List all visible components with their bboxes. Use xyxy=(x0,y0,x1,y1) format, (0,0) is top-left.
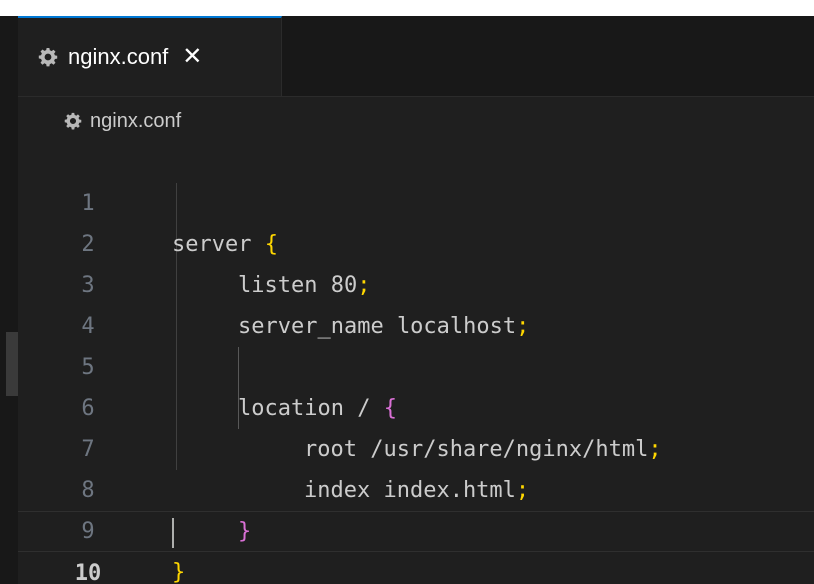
code-line-current: 10 xyxy=(18,511,814,584)
close-icon[interactable]: ✕ xyxy=(182,45,202,69)
code-line: 4 xyxy=(18,265,814,339)
code-area[interactable]: 1 server { 2 listen 80; 3 server_name lo… xyxy=(18,142,814,584)
editor: nginx.conf ✕ nginx.conf 1 server { 2 lis… xyxy=(18,16,814,584)
gear-icon xyxy=(38,47,58,67)
text-cursor xyxy=(172,518,174,548)
screenshot-frame: nginx.conf ✕ nginx.conf 1 server { 2 lis… xyxy=(0,0,814,584)
breadcrumb[interactable]: nginx.conf xyxy=(18,106,181,136)
code-line: 6 root /usr/share/nginx/html; xyxy=(18,347,814,462)
breadcrumb-label: nginx.conf xyxy=(90,109,182,132)
line-number: 10 xyxy=(74,561,102,584)
code-line: 2 listen 80; xyxy=(18,183,814,298)
code-line: 7 index index.html; xyxy=(18,388,814,503)
activity-edge xyxy=(0,16,18,584)
tab-label: nginx.conf xyxy=(68,44,169,69)
code-line: 9 } xyxy=(18,470,814,584)
code-line: 8 } xyxy=(18,429,814,544)
tab-nginx-conf[interactable]: nginx.conf ✕ xyxy=(18,16,282,96)
code-line: 5 location / { xyxy=(18,306,814,421)
code-line: 3 server_name localhost; xyxy=(18,224,814,339)
tab-bar: nginx.conf ✕ xyxy=(18,16,814,97)
scroll-marker xyxy=(6,332,18,396)
gear-icon xyxy=(64,112,82,130)
code-line: 1 server { xyxy=(18,142,814,257)
bracket: } xyxy=(172,560,186,584)
